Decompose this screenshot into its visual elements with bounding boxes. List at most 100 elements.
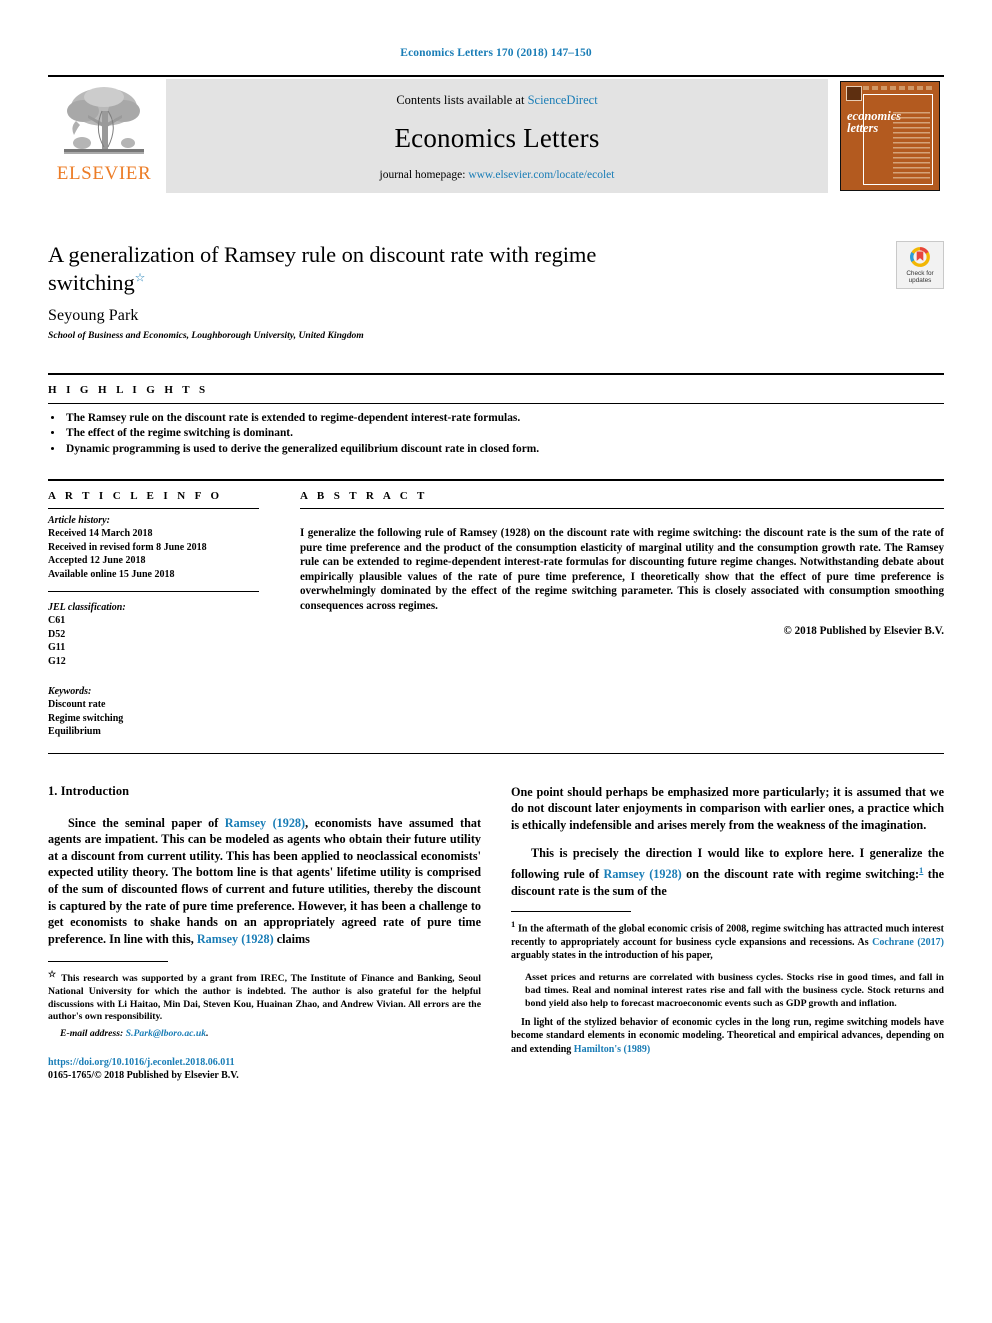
journal-cover-cell: economics letters [836, 77, 944, 195]
jel-code: G11 [48, 642, 66, 654]
jel-code: C61 [48, 615, 66, 627]
citation-ramsey-author-3[interactable]: Ramsey [604, 867, 645, 881]
citation-hamilton-year[interactable]: (1989) [624, 1044, 651, 1055]
cover-contents-lines [893, 112, 930, 180]
crossmark-icon [910, 246, 930, 267]
citation-ramsey-year[interactable]: (1928) [273, 816, 306, 830]
title-block: A generalization of Ramsey rule on disco… [48, 241, 944, 341]
intro-text-b: , economists have assumed that agents ar… [48, 815, 482, 946]
journal-band: Contents lists available at ScienceDirec… [166, 79, 828, 193]
citation-ramsey-year-2[interactable]: (1928) [241, 932, 274, 946]
abstract-copyright: © 2018 Published by Elsevier B.V. [783, 624, 944, 637]
footnote-1-marker: 1 [511, 919, 516, 930]
list-item: Dynamic programming is used to derive th… [64, 442, 944, 457]
highlights-list: The Ramsey rule on the discount rate is … [48, 404, 944, 457]
email-footnote: E-mail address: S.Park@lboro.ac.uk. [60, 1027, 209, 1039]
running-head: Economics Letters 170 (2018) 147–150 [400, 47, 592, 59]
crossmark-label-line1: Check for [906, 269, 934, 277]
right-footnote-rule [511, 911, 631, 913]
title-footnote-star[interactable]: ☆ [135, 271, 146, 285]
acknowledgment-text: This research was supported by a grant f… [48, 973, 481, 1023]
body-columns: 1. Introduction Since the seminal paper … [48, 784, 944, 1082]
journal-masthead: ELSEVIER Contents lists available at Sci… [48, 75, 944, 195]
email-link[interactable]: S.Park@lboro.ac.uk [126, 1028, 206, 1039]
keywords-spacer [48, 668, 274, 680]
citation-ramsey-author[interactable]: Ramsey [225, 816, 266, 830]
left-column: 1. Introduction Since the seminal paper … [48, 784, 481, 1082]
ramsey-quote: One point should perhaps be emphasized m… [511, 784, 944, 832]
abstract-column: I generalize the following rule of Ramse… [300, 507, 944, 739]
second-text-b: on the discount rate with regime switchi… [681, 867, 920, 882]
footnote-star-marker: ☆ [48, 969, 58, 980]
info-bottom-rule [48, 752, 944, 754]
jel-block: JEL classification: C61 D52 G11 G12 [48, 596, 274, 668]
article-info-heading: A R T I C L E I N F O [48, 489, 223, 502]
intro-paragraph: Since the seminal paper of Ramsey (1928)… [48, 815, 481, 948]
right-column: One point should perhaps be emphasized m… [511, 784, 944, 1082]
contents-line: Contents lists available at ScienceDirec… [396, 93, 597, 108]
footnote-1: 1 In the aftermath of the global economi… [511, 918, 944, 962]
footnote-1-quote: Asset prices and returns are correlated … [525, 972, 944, 1010]
journal-homepage-link[interactable]: www.elsevier.com/locate/ecolet [468, 169, 614, 181]
abstract-text: I generalize the following rule of Ramse… [300, 527, 944, 612]
crossmark-label: Check for updates [906, 270, 933, 285]
journal-title: Economics Letters [394, 123, 600, 153]
intro-text-a: Since the seminal paper of [68, 815, 225, 830]
article-info-column: Article history: Received 14 March 2018 … [48, 507, 300, 739]
email-label: E-mail address: [60, 1027, 124, 1039]
citation-ramsey-author-2[interactable]: Ramsey [197, 932, 238, 946]
page-title: A generalization of Ramsey rule on disco… [48, 241, 668, 298]
jel-code: D52 [48, 628, 66, 640]
jel-code: G12 [48, 655, 66, 667]
intro-text-c: claims [273, 931, 310, 946]
acknowledgment-footnote: ☆ This research was supported by a grant… [48, 968, 481, 1024]
citation-cochrane-year[interactable]: (2017) [917, 937, 944, 948]
history-online: Available online 15 June 2018 [48, 568, 175, 580]
author-affiliation: School of Business and Economics, Loughb… [48, 329, 364, 341]
elsevier-logo: ELSEVIER [48, 77, 160, 195]
elsevier-wordmark: ELSEVIER [56, 163, 152, 184]
section-heading-introduction: 1. Introduction [48, 783, 130, 798]
journal-cover-thumbnail: economics letters [840, 81, 940, 191]
cover-stamp-icon [846, 86, 862, 101]
keywords-block: Keywords: Discount rate Regime switching… [48, 680, 274, 739]
keyword: Discount rate [48, 699, 106, 711]
article-history-label: Article history: [48, 514, 110, 526]
second-paragraph: This is precisely the direction I would … [511, 845, 944, 899]
history-received: Received 14 March 2018 [48, 528, 153, 540]
article-title-text: A generalization of Ramsey rule on disco… [48, 242, 597, 296]
homepage-prefix: journal homepage: [379, 169, 466, 181]
keywords-label: Keywords: [48, 685, 92, 697]
list-item: The effect of the regime switching is do… [64, 426, 944, 441]
keyword: Regime switching [48, 712, 124, 724]
cover-top-rule [863, 86, 934, 90]
crossmark-badge[interactable]: Check for updates [896, 241, 944, 289]
footnote-1-continuation: In light of the stylized behavior of eco… [511, 1016, 944, 1056]
article-history-block: Article history: Received 14 March 2018 … [48, 509, 274, 581]
doi-link[interactable]: https://doi.org/10.1016/j.econlet.2018.0… [48, 1057, 235, 1068]
abstract-heading: A B S T R A C T [300, 489, 428, 502]
info-abstract-headings: A R T I C L E I N F O A B S T R A C T [48, 481, 944, 508]
jel-label: JEL classification: [48, 601, 126, 613]
footnote-1-text-b: arguably states in the introduction of h… [511, 949, 713, 961]
elsevier-tree-icon [64, 87, 144, 154]
sciencedirect-link[interactable]: ScienceDirect [528, 93, 598, 107]
info-abstract-columns: Article history: Received 14 March 2018 … [48, 507, 944, 739]
history-accepted: Accepted 12 June 2018 [48, 555, 146, 567]
left-footnote-rule [48, 961, 168, 963]
contents-prefix: Contents lists available at [396, 93, 525, 107]
author-name[interactable]: Seyoung Park [48, 307, 944, 325]
abstract-rule [300, 507, 944, 509]
citation-hamilton-author[interactable]: Hamilton's [574, 1044, 621, 1055]
crossmark-label-line2: updates [908, 277, 932, 284]
article-page: Economics Letters 170 (2018) 147–150 ELS… [0, 0, 992, 1323]
citation-cochrane-author[interactable]: Cochrane [872, 937, 914, 948]
keyword: Equilibrium [48, 726, 101, 738]
citation-ramsey-year-3[interactable]: (1928) [649, 867, 682, 881]
doi-block: https://doi.org/10.1016/j.econlet.2018.0… [48, 1056, 481, 1082]
homepage-line: journal homepage: www.elsevier.com/locat… [380, 169, 615, 181]
highlights-heading: H I G H L I G H T S [48, 383, 209, 396]
highlights-section: H I G H L I G H T S The Ramsey rule on t… [48, 372, 944, 457]
history-revised: Received in revised form 8 June 2018 [48, 541, 207, 553]
list-item: The Ramsey rule on the discount rate is … [64, 411, 944, 426]
